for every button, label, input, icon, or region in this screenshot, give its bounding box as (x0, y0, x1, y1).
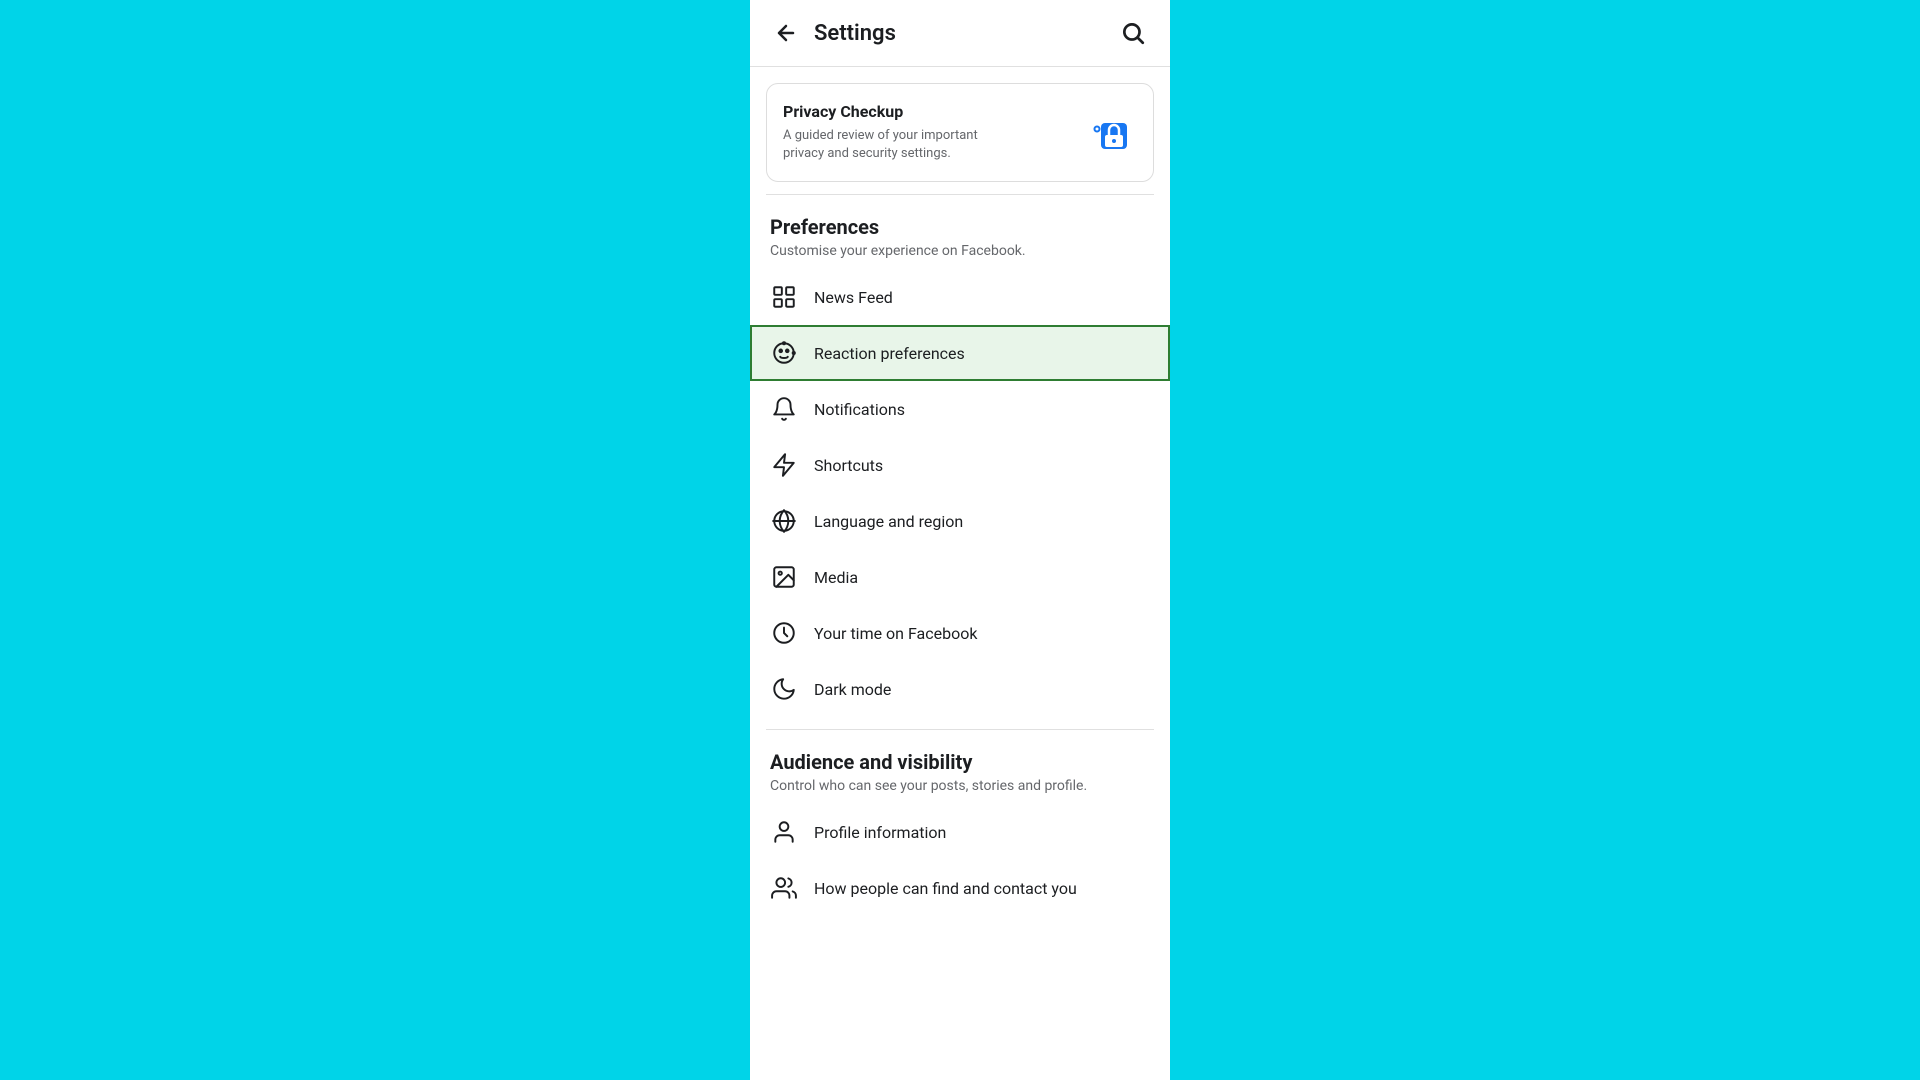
menu-item-reaction-preferences[interactable]: Reaction preferences (750, 325, 1170, 381)
phone-container: Settings Privacy Checkup A guided review… (750, 0, 1170, 1080)
clock-icon (770, 619, 798, 647)
shortcuts-label: Shortcuts (814, 456, 883, 475)
profile-information-label: Profile information (814, 823, 946, 842)
audience-section-heading: Audience and visibility Control who can … (750, 742, 1170, 804)
privacy-checkup-card[interactable]: Privacy Checkup A guided review of your … (766, 83, 1154, 182)
notifications-icon (770, 395, 798, 423)
content-area: Privacy Checkup A guided review of your … (750, 67, 1170, 1080)
preferences-subtitle: Customise your experience on Facebook. (770, 243, 1150, 259)
media-icon (770, 563, 798, 591)
preferences-section-heading: Preferences Customise your experience on… (750, 207, 1170, 269)
time-on-facebook-label: Your time on Facebook (814, 624, 977, 643)
privacy-checkup-title: Privacy Checkup (783, 102, 1003, 121)
divider-1 (766, 194, 1154, 195)
globe-icon (770, 507, 798, 535)
header: Settings (750, 0, 1170, 67)
reaction-preferences-icon (770, 339, 798, 367)
menu-item-profile-information[interactable]: Profile information (750, 804, 1170, 860)
media-label: Media (814, 568, 858, 587)
header-left: Settings (770, 17, 896, 49)
language-region-label: Language and region (814, 512, 963, 531)
menu-item-dark-mode[interactable]: Dark mode (750, 661, 1170, 717)
reaction-preferences-label: Reaction preferences (814, 344, 965, 363)
back-button[interactable] (770, 17, 802, 49)
moon-icon (770, 675, 798, 703)
find-contact-icon (770, 874, 798, 902)
menu-item-time-on-facebook[interactable]: Your time on Facebook (750, 605, 1170, 661)
search-icon (1120, 20, 1146, 46)
privacy-checkup-icon (1081, 105, 1137, 161)
audience-title: Audience and visibility (770, 750, 1150, 774)
back-icon (774, 21, 798, 45)
privacy-card-text: Privacy Checkup A guided review of your … (783, 102, 1003, 163)
preferences-title: Preferences (770, 215, 1150, 239)
menu-item-language-region[interactable]: Language and region (750, 493, 1170, 549)
profile-icon (770, 818, 798, 846)
search-button[interactable] (1116, 16, 1150, 50)
menu-item-news-feed[interactable]: News Feed (750, 269, 1170, 325)
dark-mode-label: Dark mode (814, 680, 891, 699)
news-feed-label: News Feed (814, 288, 893, 307)
news-feed-icon (770, 283, 798, 311)
menu-item-notifications[interactable]: Notifications (750, 381, 1170, 437)
menu-item-find-contact[interactable]: How people can find and contact you (750, 860, 1170, 916)
notifications-label: Notifications (814, 400, 905, 419)
audience-subtitle: Control who can see your posts, stories … (770, 778, 1150, 794)
page-title: Settings (814, 21, 896, 46)
find-contact-label: How people can find and contact you (814, 879, 1077, 898)
menu-item-media[interactable]: Media (750, 549, 1170, 605)
privacy-checkup-description: A guided review of your important privac… (783, 127, 1003, 163)
menu-item-shortcuts[interactable]: Shortcuts (750, 437, 1170, 493)
divider-2 (766, 729, 1154, 730)
shortcuts-icon (770, 451, 798, 479)
